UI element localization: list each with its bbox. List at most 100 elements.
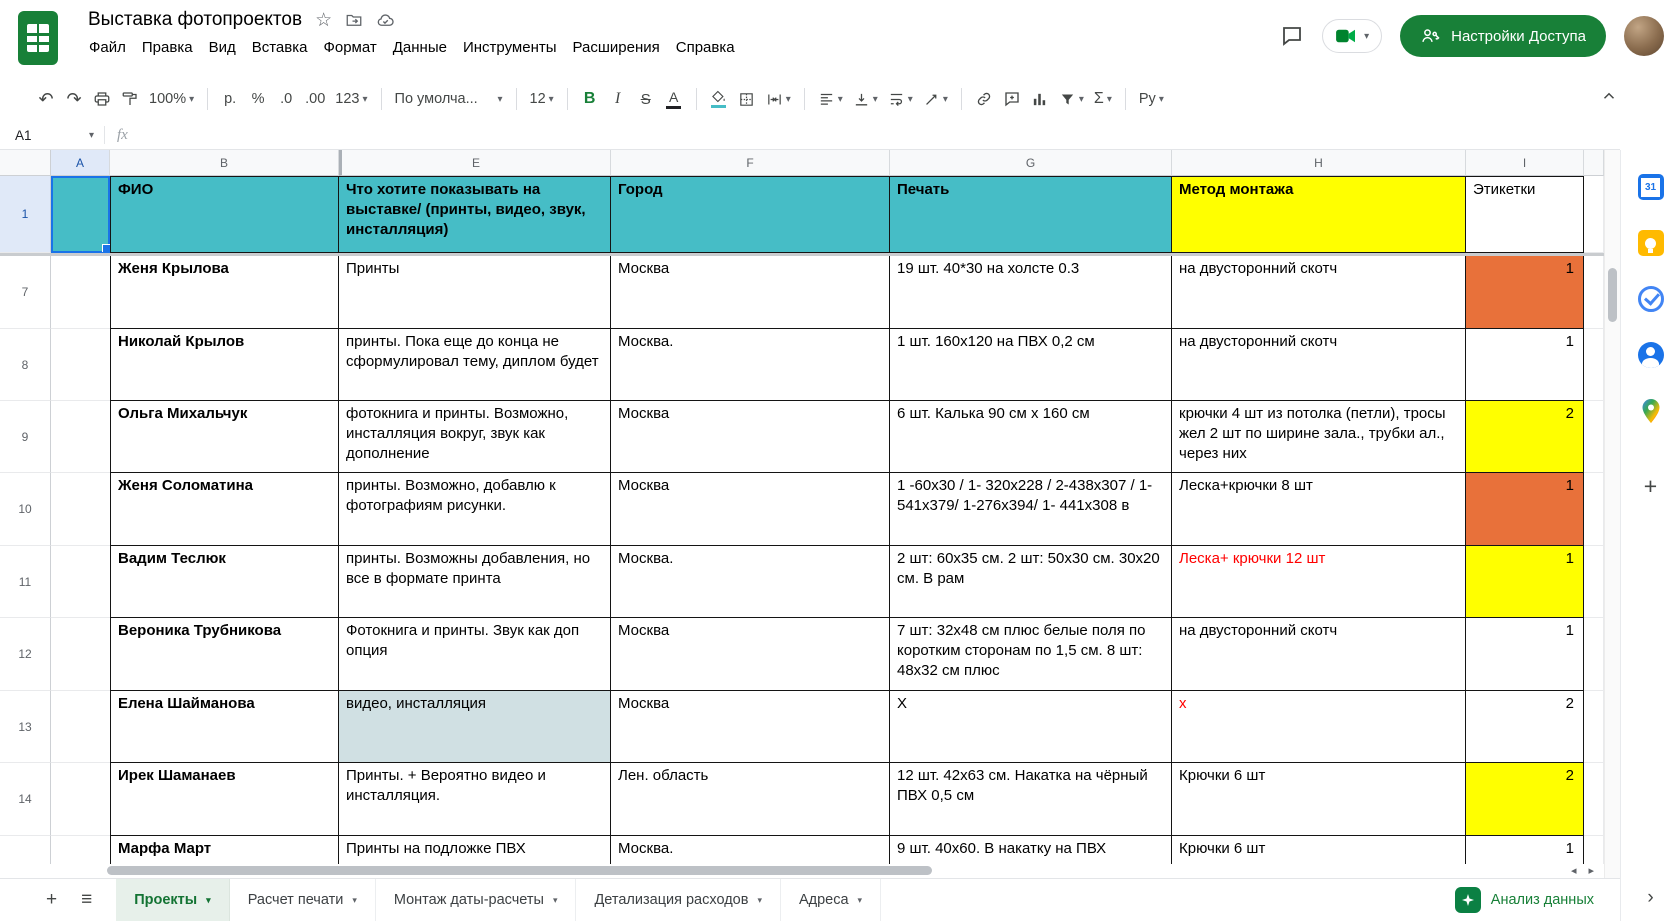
cell-H14[interactable]: Крючки 6 шт (1172, 763, 1466, 836)
row-header-1[interactable]: 1 (0, 176, 51, 253)
sheet-tab-menu-caret[interactable]: ▾ (352, 895, 357, 906)
row-header-14[interactable]: 14 (0, 763, 51, 836)
decrease-decimal-button[interactable]: .0 (272, 84, 300, 114)
column-header-G[interactable]: G (890, 150, 1172, 176)
add-sheet-button[interactable]: + (46, 889, 57, 911)
sheet-tab-menu-caret[interactable]: ▾ (858, 895, 863, 906)
cell-B14[interactable]: Ирек Шаманаев (110, 763, 339, 836)
cell-J12[interactable] (1584, 618, 1604, 691)
cell-E13[interactable]: видео, инсталляция (339, 691, 611, 763)
explore-button[interactable]: Анализ данных (1454, 887, 1594, 913)
cell-J1[interactable] (1584, 176, 1604, 253)
row-header-8[interactable]: 8 (0, 329, 51, 401)
cell-I11[interactable]: 1 (1466, 546, 1584, 618)
menu-insert[interactable]: Вставка (244, 36, 316, 59)
cell-B1[interactable]: ФИО (110, 176, 339, 253)
sheet-tab-menu-caret[interactable]: ▾ (553, 895, 558, 906)
cell-J9[interactable] (1584, 401, 1604, 473)
functions-button[interactable]: Σ ▾ (1089, 84, 1117, 114)
sheet-tab[interactable]: Монтаж даты-расчеты ▾ (376, 879, 577, 921)
sheet-tab-menu-caret[interactable]: ▾ (206, 895, 211, 906)
menu-edit[interactable]: Правка (134, 36, 201, 59)
cell-A14[interactable] (51, 763, 110, 836)
cell-B7[interactable]: Женя Крылова (110, 256, 339, 329)
cell-A12[interactable] (51, 618, 110, 691)
cell-F13[interactable]: Москва (611, 691, 890, 763)
cell-H7[interactable]: на двусторонний скотч (1172, 256, 1466, 329)
text-wrap-button[interactable]: ▾ (883, 84, 918, 114)
cell-I12[interactable]: 1 (1466, 618, 1584, 691)
bold-button[interactable]: B (576, 84, 604, 114)
cell-J14[interactable] (1584, 763, 1604, 836)
menu-extensions[interactable]: Расширения (565, 36, 668, 59)
cell-G10[interactable]: 1 -60х30 / 1- 320х228 / 2-438х307 / 1-54… (890, 473, 1172, 546)
cell-B13[interactable]: Елена Шайманова (110, 691, 339, 763)
cell-I1[interactable]: Этикетки (1466, 176, 1584, 253)
cell-H15[interactable]: Крючки 6 шт (1172, 836, 1466, 864)
cell-A10[interactable] (51, 473, 110, 546)
cell-F14[interactable]: Лен. область (611, 763, 890, 836)
cell-H1[interactable]: Метод монтажа (1172, 176, 1466, 253)
cell-G8[interactable]: 1 шт. 160х120 на ПВХ 0,2 см (890, 329, 1172, 401)
fill-color-button[interactable] (705, 84, 733, 114)
cell-F11[interactable]: Москва. (611, 546, 890, 618)
sheet-tab-active[interactable]: Проекты ▾ (116, 879, 230, 921)
horizontal-scrollbar-thumb[interactable] (107, 866, 932, 875)
cell-H10[interactable]: Леска+крючки 8 шт (1172, 473, 1466, 546)
scroll-left-icon[interactable]: ◂ (1571, 864, 1577, 878)
column-header-B[interactable]: B (110, 150, 339, 176)
cell-G9[interactable]: 6 шт. Калька 90 см х 160 см (890, 401, 1172, 473)
column-header-E[interactable]: E (339, 150, 611, 176)
comment-history-icon[interactable] (1280, 24, 1304, 48)
sheet-tab[interactable]: Детализация расходов ▾ (576, 879, 781, 921)
number-format-button[interactable]: 123 ▾ (330, 84, 372, 114)
cell-G13[interactable]: Х (890, 691, 1172, 763)
row-header-next[interactable] (0, 836, 51, 864)
cell-G11[interactable]: 2 шт: 60х35 см. 2 шт: 50х30 см. 30х20 см… (890, 546, 1172, 618)
hide-side-panel-icon[interactable]: › (1647, 887, 1653, 909)
cell-I13[interactable]: 2 (1466, 691, 1584, 763)
cell-H11[interactable]: Леска+ крючки 12 шт (1172, 546, 1466, 618)
select-all-corner[interactable] (0, 150, 51, 176)
row-header-11[interactable]: 11 (0, 546, 51, 618)
cell-E15[interactable]: Принты на подложке ПВХ (339, 836, 611, 864)
cell-B12[interactable]: Вероника Трубникова (110, 618, 339, 691)
menu-file[interactable]: Файл (81, 36, 134, 59)
cell-E12[interactable]: Фотокнига и принты. Звук как доп опция (339, 618, 611, 691)
document-title[interactable]: Выставка фотопроектов (88, 9, 302, 31)
menu-help[interactable]: Справка (668, 36, 743, 59)
column-header-I[interactable]: I (1466, 150, 1584, 176)
row-header-13[interactable]: 13 (0, 691, 51, 763)
cell-J13[interactable] (1584, 691, 1604, 763)
cell-G14[interactable]: 12 шт. 42х63 см. Накатка на чёрный ПВХ 0… (890, 763, 1172, 836)
vertical-scrollbar-thumb[interactable] (1608, 268, 1617, 322)
merge-cells-button[interactable]: ▾ (761, 84, 796, 114)
star-icon[interactable]: ☆ (315, 11, 332, 30)
cell-H12[interactable]: на двусторонний скотч (1172, 618, 1466, 691)
cell-B9[interactable]: Ольга Михальчук (110, 401, 339, 473)
row-header-12[interactable]: 12 (0, 618, 51, 691)
row-header-10[interactable]: 10 (0, 473, 51, 546)
row-header-9[interactable]: 9 (0, 401, 51, 473)
cell-E8[interactable]: принты. Пока еще до конца не сформулиров… (339, 329, 611, 401)
cell-I8[interactable]: 1 (1466, 329, 1584, 401)
column-header-F[interactable]: F (611, 150, 890, 176)
text-rotation-button[interactable]: ▾ (918, 84, 953, 114)
cell-E10[interactable]: принты. Возможно, добавлю к фотографиям … (339, 473, 611, 546)
redo-button[interactable]: ↷ (60, 84, 88, 114)
name-box[interactable]: A1 ▾ (0, 128, 104, 143)
cell-A8[interactable] (51, 329, 110, 401)
menu-view[interactable]: Вид (201, 36, 244, 59)
vertical-align-button[interactable]: ▾ (848, 84, 883, 114)
create-filter-button[interactable]: ▾ (1054, 84, 1089, 114)
cell-G15[interactable]: 9 шт. 40х60. В накатку на ПВХ (890, 836, 1172, 864)
cell-H9[interactable]: крючки 4 шт из потолка (петли), тросы же… (1172, 401, 1466, 473)
cell-F8[interactable]: Москва. (611, 329, 890, 401)
maps-icon[interactable] (1639, 398, 1663, 429)
cell-F10[interactable]: Москва (611, 473, 890, 546)
horizontal-align-button[interactable]: ▾ (813, 84, 848, 114)
collapse-toolbar-button[interactable] (1600, 87, 1618, 105)
account-avatar[interactable] (1624, 16, 1664, 56)
italic-button[interactable]: I (604, 84, 632, 114)
cell-G1[interactable]: Печать (890, 176, 1172, 253)
